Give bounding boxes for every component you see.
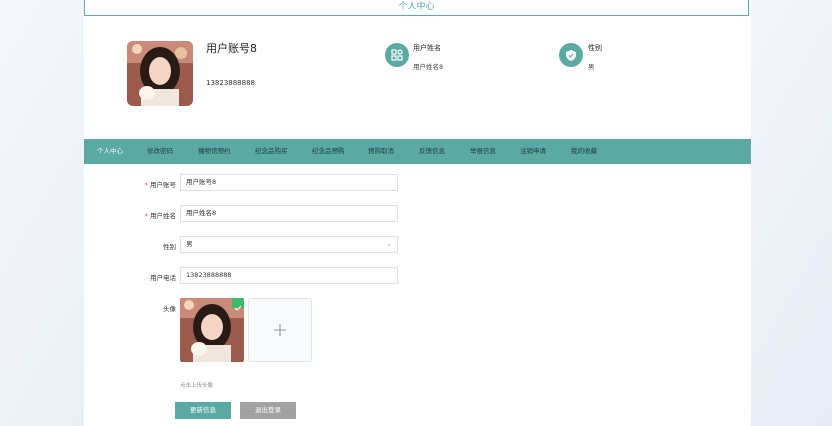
chevron-down-icon: ⌄ <box>386 240 392 248</box>
upload-success-icon <box>232 298 244 311</box>
profile-avatar <box>127 41 193 106</box>
plus-icon <box>274 324 286 336</box>
shield-icon <box>559 43 583 67</box>
gender-label: 性别 <box>163 243 176 251</box>
nav-item-report[interactable]: 举报信息 <box>470 139 496 164</box>
page-title: 个人中心 <box>84 0 749 16</box>
nav-item-feedback[interactable]: 反馈信息 <box>419 139 445 164</box>
nav-item-change-password[interactable]: 修改密码 <box>147 139 173 164</box>
name-label: * 用户姓名 <box>144 212 176 220</box>
phone-input[interactable]: 13823888888 <box>180 267 398 284</box>
profile-name-label: 用户姓名 <box>413 44 441 52</box>
gender-select[interactable]: 男 ⌄ <box>180 236 398 253</box>
profile-username: 用户账号8 <box>206 42 257 55</box>
avatar-hint: 点击上传头像 <box>180 383 214 389</box>
nav-item-museum-booking[interactable]: 播物馆预约 <box>198 139 231 164</box>
phone-label: 用户电话 <box>150 274 176 282</box>
nav-item-favorites[interactable]: 我的收藏 <box>571 139 597 164</box>
update-info-button[interactable]: 更新信息 <box>175 402 231 419</box>
nav-bar: 个人中心 修改密码 播物馆预约 纪念品购买 纪念品预购 预购取消 反馈信息 举报… <box>84 139 751 164</box>
nav-item-personal-center[interactable]: 个人中心 <box>97 139 123 164</box>
profile-name-value: 用户姓名8 <box>413 63 444 71</box>
nav-item-preorder-cancel[interactable]: 预购取消 <box>368 139 394 164</box>
logout-button[interactable]: 退出登录 <box>240 402 296 419</box>
avatar-upload-button[interactable] <box>248 298 312 362</box>
profile-phone: 13823888888 <box>206 79 255 87</box>
gender-select-value: 男 <box>186 240 193 248</box>
account-input[interactable]: 用户账号8 <box>180 174 398 191</box>
nav-item-souvenir-preorder[interactable]: 纪念品预购 <box>312 139 345 164</box>
profile-gender-label: 性别 <box>588 44 602 52</box>
avatar-label: 头像 <box>163 305 176 313</box>
nav-item-deregister[interactable]: 注销申请 <box>520 139 546 164</box>
profile-gender-value: 男 <box>588 63 595 71</box>
grid-icon <box>385 43 409 67</box>
account-label: * 用户账号 <box>144 181 176 189</box>
name-input[interactable]: 用户姓名8 <box>180 205 398 222</box>
nav-item-souvenir-purchase[interactable]: 纪念品购买 <box>255 139 288 164</box>
